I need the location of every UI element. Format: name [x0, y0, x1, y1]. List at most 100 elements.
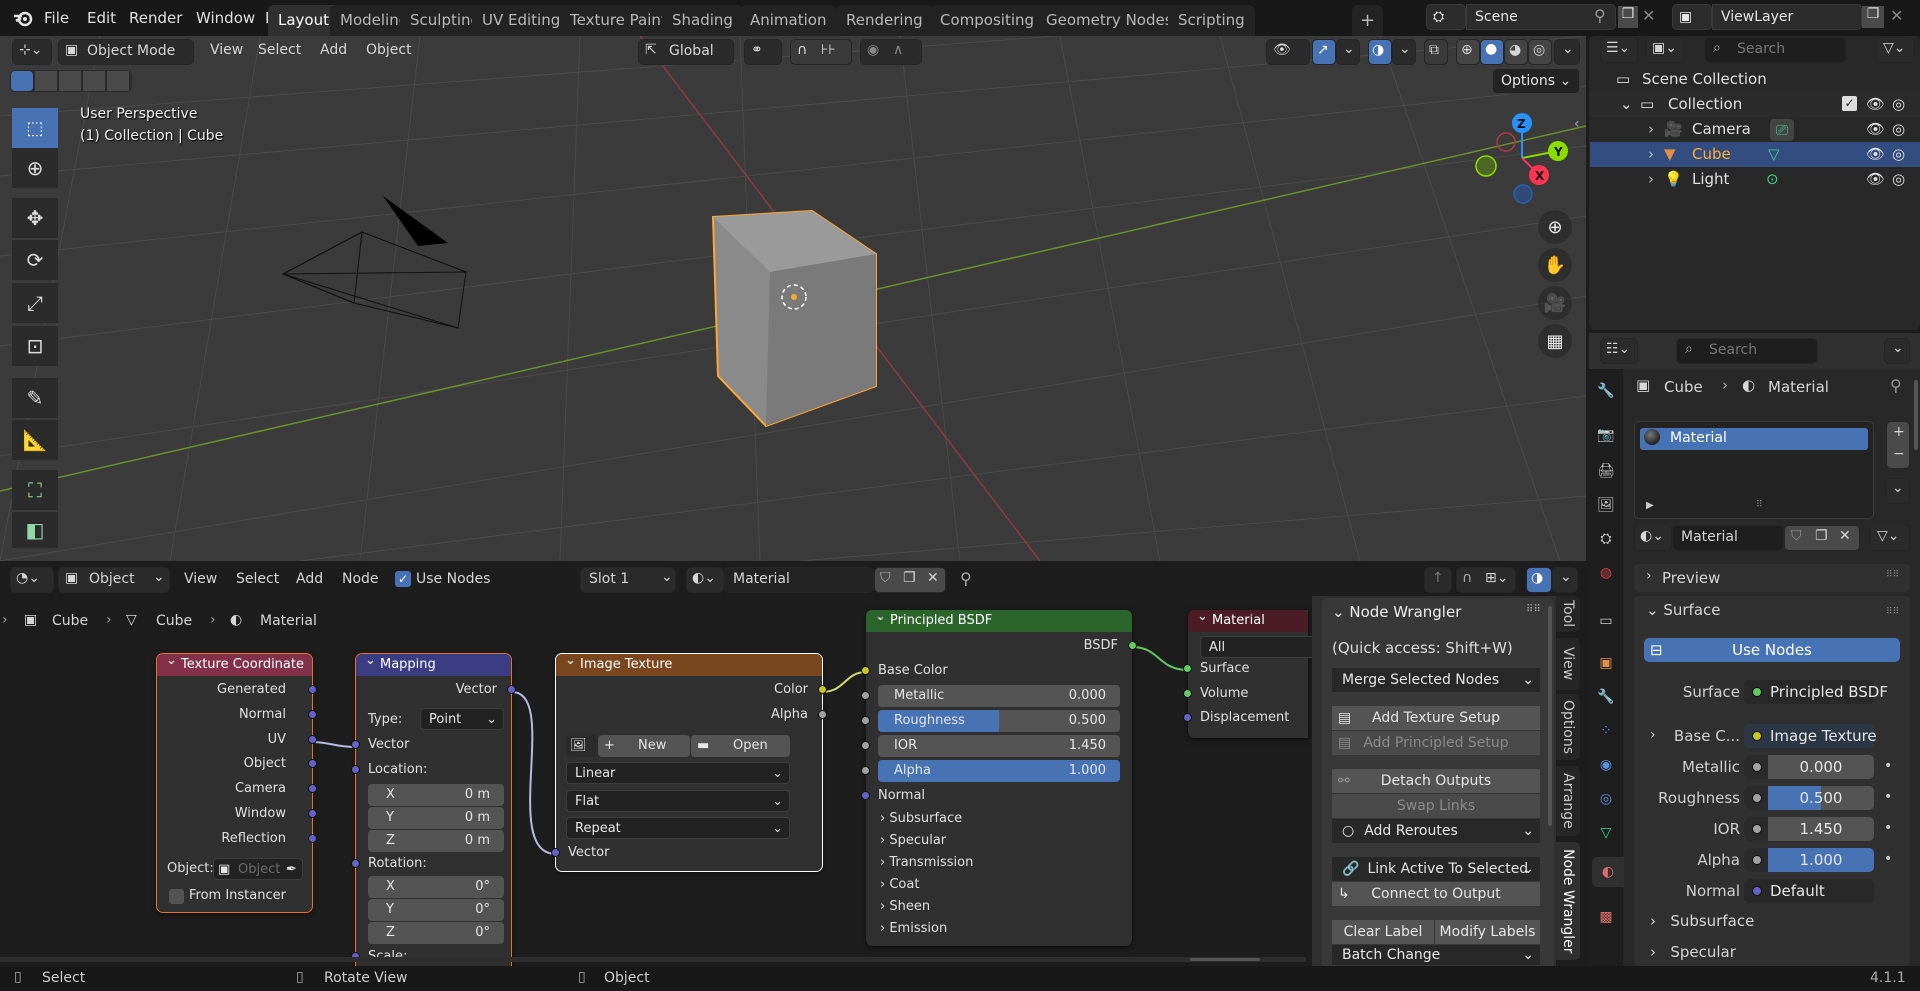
node-snap-toggle[interactable]: ∩ ⊞⌄	[1456, 567, 1516, 593]
sidebar-scrollbar[interactable]	[1548, 606, 1552, 826]
socket[interactable]	[861, 791, 870, 800]
tab-texture-paint[interactable]: Texture Paint	[560, 5, 677, 36]
remove-slot-icon[interactable]: −	[1893, 446, 1905, 462]
tab-shading[interactable]: Shading	[662, 5, 743, 36]
tab-scene[interactable]: ⛭	[1592, 524, 1620, 554]
light-data-icon[interactable]: ⊙	[1766, 167, 1779, 192]
socket[interactable]	[818, 685, 827, 694]
tab-view-layer[interactable]: 🖼	[1592, 490, 1620, 520]
sidebar-tab-options[interactable]: Options	[1556, 694, 1580, 760]
socket[interactable]	[507, 685, 516, 694]
shading-dropdown[interactable]: ⌄	[1554, 39, 1580, 65]
outliner-item-light[interactable]: › 💡 Light ⊙ 👁 ◎	[1590, 167, 1920, 192]
tool-transform[interactable]: ⊡	[12, 326, 58, 366]
properties-options[interactable]: ⌄	[1884, 338, 1910, 364]
camera-view-button[interactable]: 🎥	[1538, 286, 1572, 320]
viewport-menu-select[interactable]: Select	[258, 42, 301, 58]
location-y[interactable]: Y 0 m	[368, 807, 504, 829]
node-overlays-dropdown[interactable]: ⌄	[1552, 567, 1578, 593]
socket[interactable]	[1183, 713, 1192, 722]
parent-tree-button[interactable]: ↑	[1424, 567, 1452, 593]
socket[interactable]	[351, 740, 360, 749]
gizmo-dropdown[interactable]: ⌄	[1336, 39, 1360, 65]
3d-viewport[interactable]	[0, 36, 1586, 561]
socket[interactable]	[861, 741, 870, 750]
pan-view-button[interactable]: ✋	[1538, 248, 1572, 282]
node-wrangler-header[interactable]: ⌄ Node Wrangler	[1332, 603, 1461, 621]
sidebar-toggle-icon[interactable]: ‹	[1574, 116, 1580, 132]
add-slot-icon[interactable]: +	[1893, 424, 1905, 440]
batch-change-dropdown[interactable]: Batch Change ⌄	[1332, 945, 1540, 965]
tab-animation[interactable]: Animation	[740, 5, 837, 36]
shading-solid[interactable]: ●	[1480, 39, 1504, 65]
tab-physics[interactable]: ◉	[1592, 750, 1620, 780]
extension-dropdown[interactable]: Repeat ⌄	[566, 817, 790, 839]
camera-render-icon[interactable]: ◎	[1892, 92, 1905, 117]
swap-links-button[interactable]: Swap Links	[1332, 794, 1540, 818]
keyframe-dot-icon[interactable]: •	[1884, 851, 1892, 867]
unlink-material-icon[interactable]: ✕	[1839, 528, 1851, 544]
slot-specials-dropdown[interactable]: ⌄	[1886, 478, 1910, 504]
panel-specular[interactable]: › Specular	[880, 831, 946, 851]
base-color-field[interactable]: Image Texture	[1744, 724, 1877, 748]
navigation-gizmo[interactable]: Z Y X	[1460, 100, 1590, 210]
tab-scripting[interactable]: Scripting	[1168, 5, 1255, 36]
normal-field[interactable]: Default	[1744, 879, 1874, 903]
resize-handle-icon[interactable]: ⠿	[1756, 500, 1763, 510]
ior-slider[interactable]: IOR 1.450	[878, 735, 1120, 757]
tab-world[interactable]: ◍	[1592, 558, 1620, 588]
tool-add-cube[interactable]: ⛶	[12, 470, 58, 510]
editor-type-button[interactable]: ⊹⌄	[12, 39, 52, 65]
expand-list-icon[interactable]: ▶	[1646, 500, 1654, 511]
link-data-dropdown[interactable]: ▽⌄	[1870, 525, 1910, 551]
tab-texture[interactable]: ▩	[1592, 902, 1620, 932]
shading-rendered[interactable]: ◎	[1528, 39, 1552, 65]
tab-collection[interactable]: ▭	[1592, 606, 1620, 636]
eye-icon[interactable]: 👁	[1866, 117, 1885, 142]
type-dropdown[interactable]: Point ⌄	[420, 708, 504, 730]
link-active-dropdown[interactable]: 🔗 Link Active To Selected ⌄	[1332, 857, 1540, 881]
delete-viewlayer-icon[interactable]: ✕	[1890, 6, 1903, 25]
location-z[interactable]: Z 0 m	[368, 830, 504, 852]
connect-to-output-button[interactable]: ↳ Connect to Output	[1332, 882, 1540, 906]
outliner-search[interactable]: ⌕ Search	[1704, 37, 1846, 63]
interpolation-dropdown[interactable]: Linear ⌄	[566, 762, 790, 784]
menu-file[interactable]: File	[40, 6, 73, 30]
tool-scale[interactable]: ⤢	[12, 283, 58, 323]
alpha-field[interactable]: 1.000	[1744, 848, 1874, 872]
material-datablock-field[interactable]: Material	[1672, 525, 1784, 551]
new-image-button[interactable]: + New	[598, 735, 690, 757]
pin-icon[interactable]: ⚲	[1890, 376, 1902, 395]
viewlayer-name-field[interactable]: ViewLayer	[1712, 4, 1862, 30]
outliner-filter[interactable]: ▽⌄	[1876, 37, 1914, 63]
node-mapping[interactable]: Mapping Vector Type: Point ⌄ Vector Locat…	[351, 650, 516, 975]
outliner-scene-collection[interactable]: ▭ Scene Collection	[1590, 67, 1920, 92]
blender-logo-icon[interactable]	[12, 8, 34, 28]
drag-handle-icon[interactable]: ⠿⠿	[1526, 604, 1541, 615]
rotation-z[interactable]: Z 0°	[368, 922, 504, 944]
tool-cursor[interactable]: ⊕	[12, 148, 58, 188]
sidebar-tab-arrange[interactable]: Arrange	[1556, 766, 1580, 836]
keyframe-dot-icon[interactable]: •	[1884, 820, 1892, 836]
tool-select-box[interactable]: ⬚	[12, 108, 58, 148]
menu-window[interactable]: Window	[192, 6, 259, 30]
metallic-slider[interactable]: Metallic 0.000	[878, 685, 1120, 707]
detach-outputs-button[interactable]: ⚯ Detach Outputs	[1332, 769, 1540, 793]
shading-wireframe[interactable]: ⊕	[1456, 39, 1480, 65]
subsurface-subpanel[interactable]: › Subsurface	[1650, 912, 1754, 930]
outliner-display-mode[interactable]: ☰⌄	[1600, 37, 1638, 63]
alpha-slider[interactable]: Alpha 1.000	[878, 760, 1120, 782]
outliner-filter-scene[interactable]: ▣⌄	[1646, 37, 1684, 63]
socket[interactable]	[308, 834, 317, 843]
panel-coat[interactable]: › Coat	[880, 875, 919, 895]
gizmo-toggle[interactable]: ↗	[1312, 39, 1336, 65]
socket[interactable]	[308, 809, 317, 818]
material-browse-button[interactable]: ◐⌄	[1634, 525, 1672, 551]
clear-label-button[interactable]: Clear Label	[1332, 920, 1434, 944]
overlays-dropdown[interactable]: ⌄	[1392, 39, 1416, 65]
tool-annotate[interactable]: ✎	[12, 378, 58, 418]
drag-handle-icon[interactable]: ⠿⠿	[1886, 570, 1899, 580]
menu-render[interactable]: Render	[125, 6, 186, 30]
socket[interactable]	[861, 766, 870, 775]
rotation-x[interactable]: X 0°	[368, 876, 504, 898]
